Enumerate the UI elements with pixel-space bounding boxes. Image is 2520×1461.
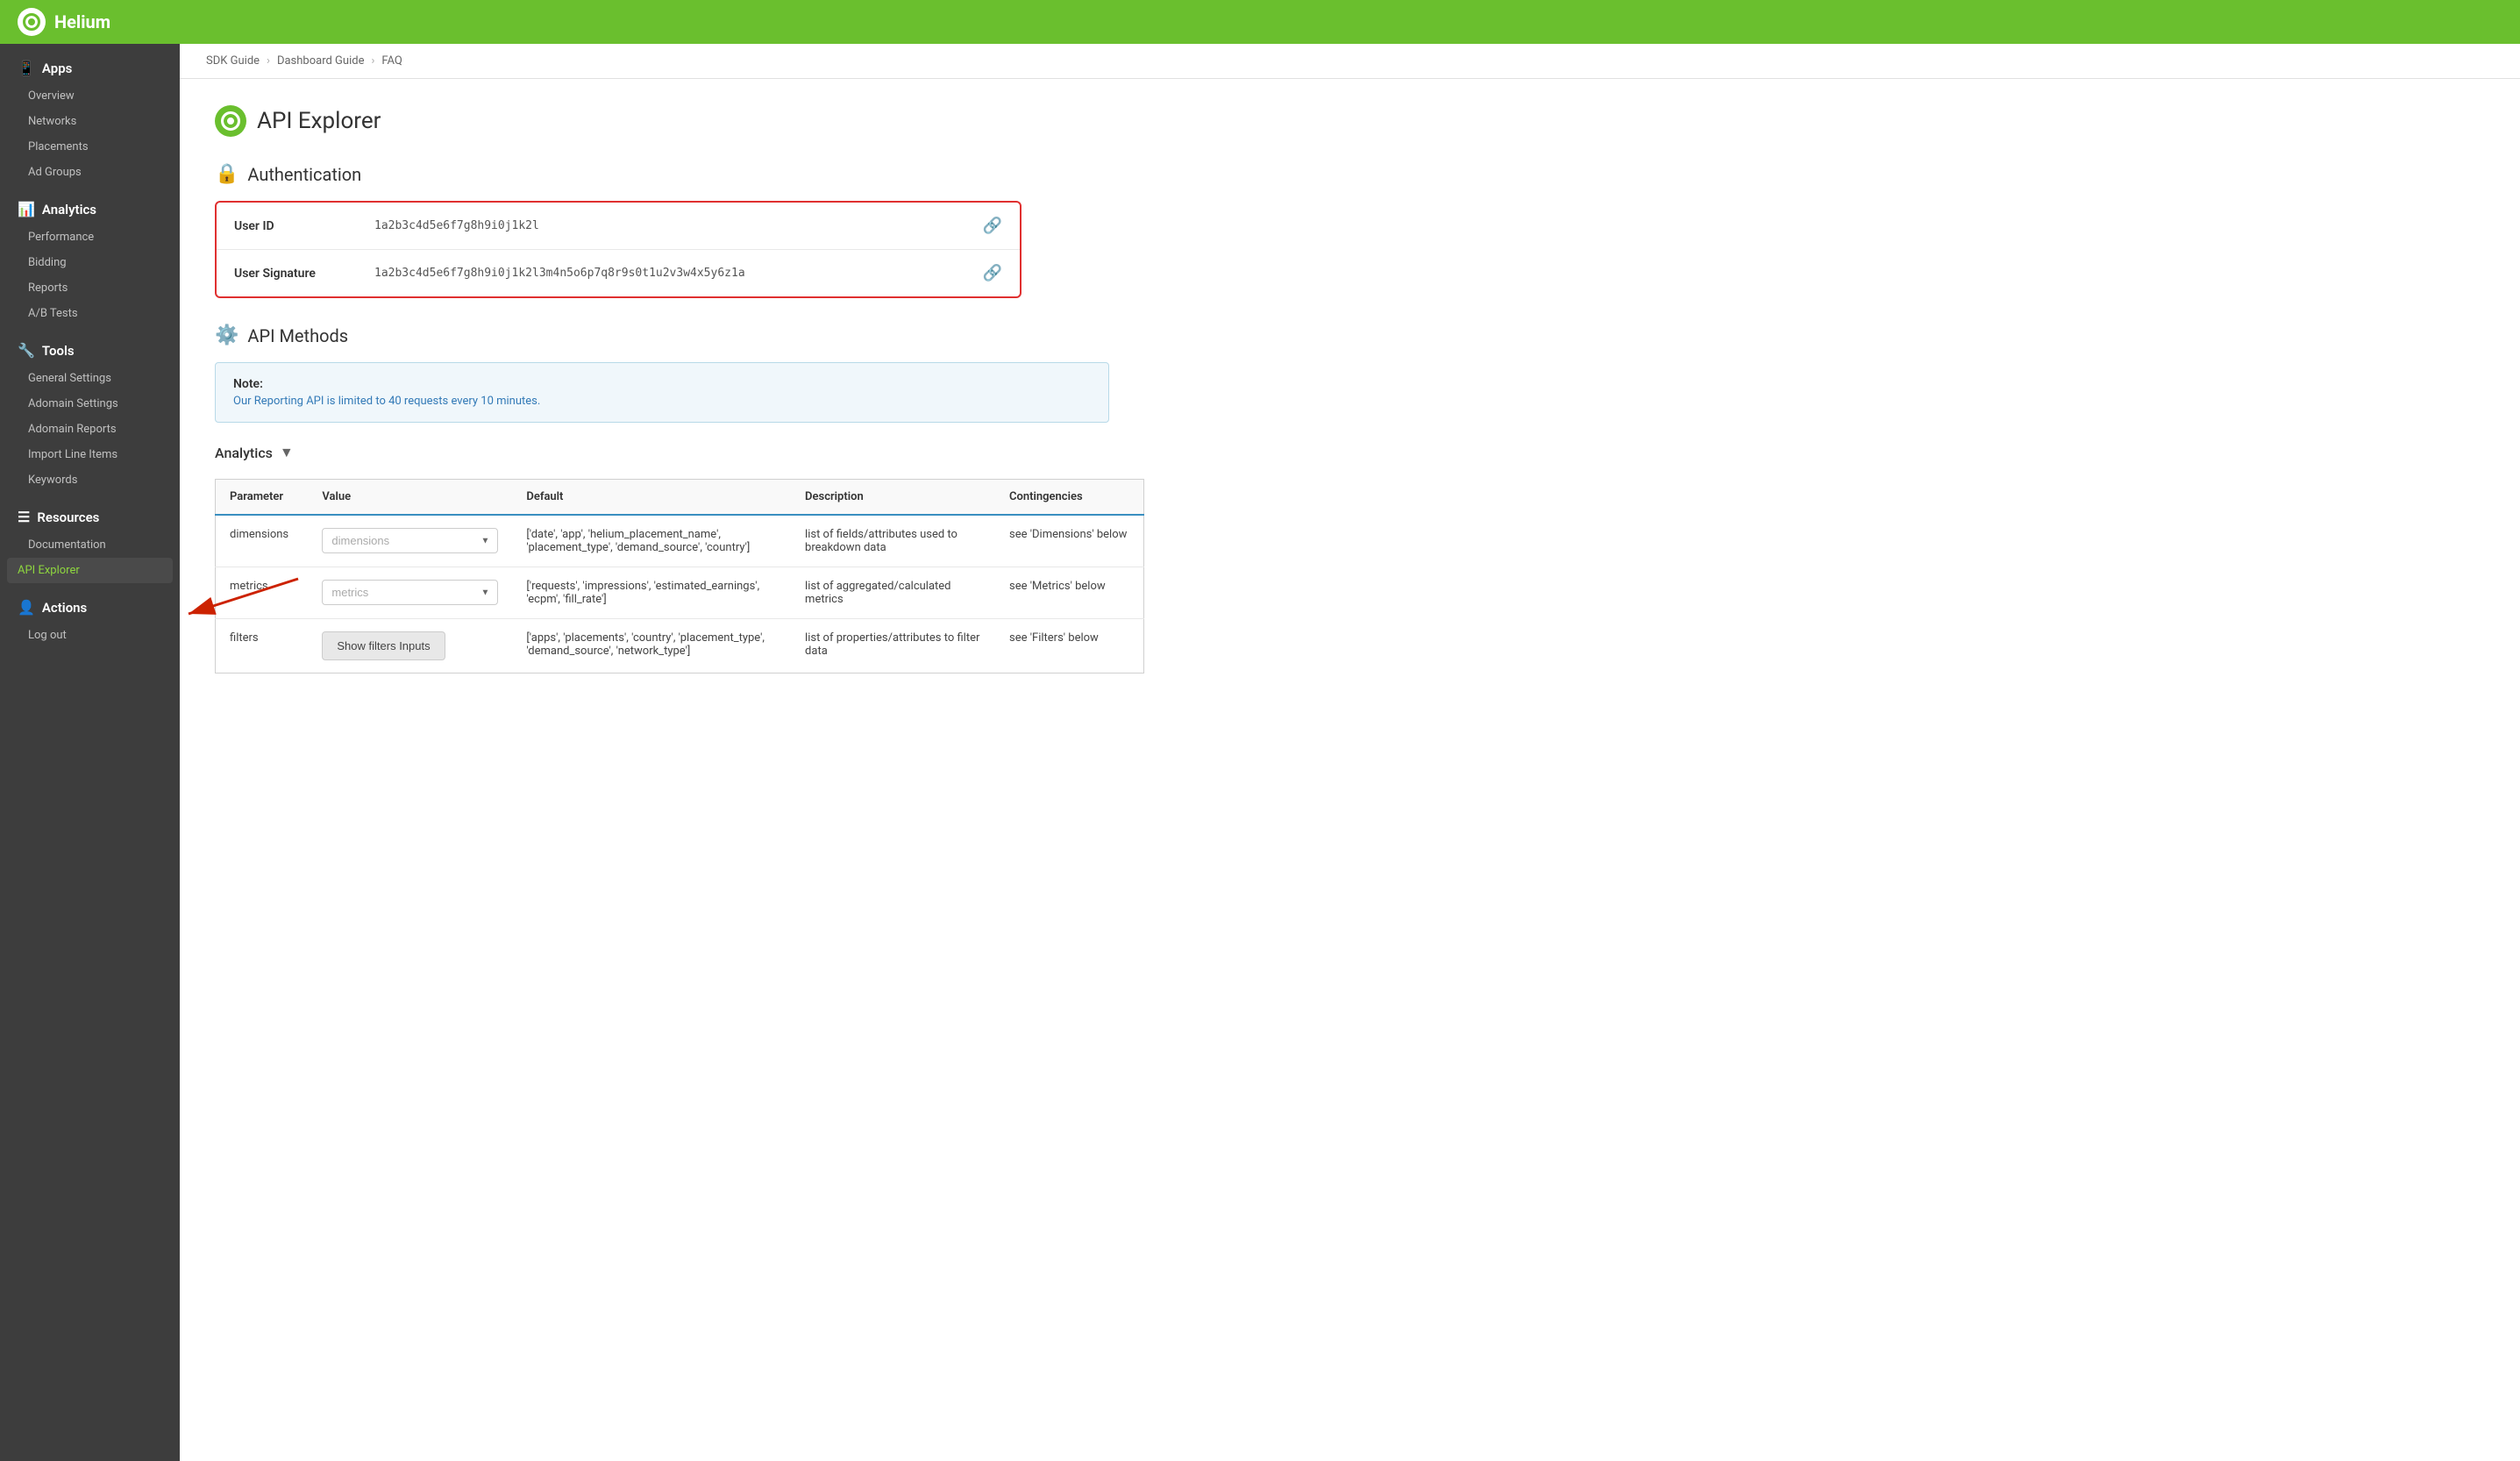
desc-dimensions: list of fields/attributes used to breakd…	[791, 515, 995, 567]
page-title: API Explorer	[257, 108, 381, 134]
app-title: Helium	[54, 11, 110, 32]
sidebar-item-general-settings[interactable]: General Settings	[0, 366, 180, 391]
breadcrumb-dashboard-guide[interactable]: Dashboard Guide	[277, 54, 365, 68]
param-filters: filters	[216, 619, 309, 673]
breadcrumb-sep-2: ›	[371, 54, 374, 68]
sidebar-item-performance[interactable]: Performance	[0, 224, 180, 250]
wrench-icon: 🔧	[18, 342, 35, 359]
sidebar-item-api-explorer[interactable]: API Explorer	[7, 558, 173, 583]
gear-icon: ⚙️	[215, 324, 238, 346]
breadcrumb: SDK Guide › Dashboard Guide › FAQ	[180, 44, 2520, 79]
metrics-select[interactable]: metrics	[322, 580, 498, 605]
page-title-icon	[215, 105, 246, 137]
dimensions-select[interactable]: dimensions	[322, 528, 498, 553]
analytics-label: Analytics	[215, 445, 273, 461]
sidebar-item-placements[interactable]: Placements	[0, 134, 180, 160]
analytics-dropdown[interactable]: Analytics ▼	[215, 444, 2485, 461]
desc-filters: list of properties/attributes to filter …	[791, 619, 995, 673]
th-value: Value	[308, 480, 512, 516]
table-row: metrics metrics ['requests', 'impression…	[216, 567, 1144, 619]
dimensions-select-wrapper: dimensions	[322, 528, 498, 553]
api-table: Parameter Value Default Description Cont…	[215, 479, 1144, 673]
authentication-title: Authentication	[247, 164, 361, 185]
cont-dimensions: see 'Dimensions' below	[995, 515, 1143, 567]
sidebar-item-adomain-reports[interactable]: Adomain Reports	[0, 417, 180, 442]
auth-box: User ID 1a2b3c4d5e6f7g8h9i0j1k2l 🔗 User …	[215, 201, 1022, 298]
api-methods-section: ⚙️ API Methods Note: Our Reporting API i…	[215, 324, 2485, 673]
sidebar-section-apps: 📱 Apps	[0, 44, 180, 83]
logo-circle	[18, 8, 46, 36]
th-description: Description	[791, 480, 995, 516]
page-title-row: API Explorer	[215, 105, 2485, 137]
person-icon: 👤	[18, 599, 35, 616]
breadcrumb-sdk-guide[interactable]: SDK Guide	[206, 54, 260, 68]
desc-metrics: list of aggregated/calculated metrics	[791, 567, 995, 619]
sidebar-item-abtests[interactable]: A/B Tests	[0, 301, 180, 326]
user-sig-link-icon[interactable]: 🔗	[983, 264, 1002, 282]
sidebar-item-adgroups[interactable]: Ad Groups	[0, 160, 180, 185]
sidebar-item-keywords[interactable]: Keywords	[0, 467, 180, 493]
api-methods-header: ⚙️ API Methods	[215, 324, 2485, 346]
note-text: Our Reporting API is limited to 40 reque…	[233, 395, 1091, 408]
value-metrics: metrics	[308, 567, 512, 619]
auth-row-usersig: User Signature 1a2b3c4d5e6f7g8h9i0j1k2l3…	[217, 250, 1020, 296]
default-filters: ['apps', 'placements', 'country', 'place…	[512, 619, 791, 673]
phone-icon: 📱	[18, 60, 35, 76]
metrics-select-wrapper: metrics	[322, 580, 498, 605]
sidebar-item-reports[interactable]: Reports	[0, 275, 180, 301]
sidebar: 📱 Apps Overview Networks Placements Ad G…	[0, 44, 180, 1461]
note-title: Note:	[233, 377, 1091, 391]
api-methods-title: API Methods	[247, 325, 348, 346]
th-contingencies: Contingencies	[995, 480, 1143, 516]
user-id-label: User ID	[234, 219, 374, 233]
chart-icon: 📊	[18, 201, 35, 217]
sidebar-item-documentation[interactable]: Documentation	[0, 532, 180, 558]
sidebar-item-networks[interactable]: Networks	[0, 109, 180, 134]
table-row: dimensions dimensions ['date', 'app', 'h…	[216, 515, 1144, 567]
cont-filters: see 'Filters' below	[995, 619, 1143, 673]
th-default: Default	[512, 480, 791, 516]
note-box: Note: Our Reporting API is limited to 40…	[215, 362, 1109, 423]
sidebar-item-overview[interactable]: Overview	[0, 83, 180, 109]
topbar: Helium	[0, 0, 2520, 44]
sidebar-item-adomain-settings[interactable]: Adomain Settings	[0, 391, 180, 417]
lock-icon: 🔒	[215, 163, 238, 185]
sidebar-section-actions: 👤 Actions	[0, 583, 180, 623]
table-row: filters Show filters Inputs ['apps', 'pl…	[216, 619, 1144, 673]
sidebar-item-bidding[interactable]: Bidding	[0, 250, 180, 275]
sidebar-item-import-line-items[interactable]: Import Line Items	[0, 442, 180, 467]
breadcrumb-sep-1: ›	[267, 54, 270, 68]
main-content: API Explorer 🔒 Authentication User ID 1a…	[180, 79, 2520, 1461]
sidebar-section-analytics: 📊 Analytics	[0, 185, 180, 224]
show-filters-button[interactable]: Show filters Inputs	[322, 631, 445, 660]
user-sig-value: 1a2b3c4d5e6f7g8h9i0j1k2l3m4n5o6p7q8r9s0t…	[374, 267, 983, 280]
value-filters: Show filters Inputs	[308, 619, 512, 673]
authentication-header: 🔒 Authentication	[215, 163, 2485, 185]
sidebar-section-tools: 🔧 Tools	[0, 326, 180, 366]
param-metrics: metrics	[216, 567, 309, 619]
chevron-down-icon: ▼	[280, 444, 294, 461]
user-id-value: 1a2b3c4d5e6f7g8h9i0j1k2l	[374, 219, 983, 232]
cont-metrics: see 'Metrics' below	[995, 567, 1143, 619]
auth-row-userid: User ID 1a2b3c4d5e6f7g8h9i0j1k2l 🔗	[217, 203, 1020, 250]
table-header-row: Parameter Value Default Description Cont…	[216, 480, 1144, 516]
logo-inner	[23, 13, 40, 31]
sidebar-item-logout[interactable]: Log out	[0, 623, 180, 648]
param-dimensions: dimensions	[216, 515, 309, 567]
default-dimensions: ['date', 'app', 'helium_placement_name',…	[512, 515, 791, 567]
logo[interactable]: Helium	[18, 8, 110, 36]
breadcrumb-faq[interactable]: FAQ	[381, 54, 402, 68]
user-id-link-icon[interactable]: 🔗	[983, 217, 1002, 235]
value-dimensions: dimensions	[308, 515, 512, 567]
list-icon: ☰	[18, 509, 30, 525]
th-parameter: Parameter	[216, 480, 309, 516]
sidebar-section-resources: ☰ Resources	[0, 493, 180, 532]
page-title-icon-inner	[221, 111, 240, 131]
user-sig-label: User Signature	[234, 267, 374, 281]
default-metrics: ['requests', 'impressions', 'estimated_e…	[512, 567, 791, 619]
